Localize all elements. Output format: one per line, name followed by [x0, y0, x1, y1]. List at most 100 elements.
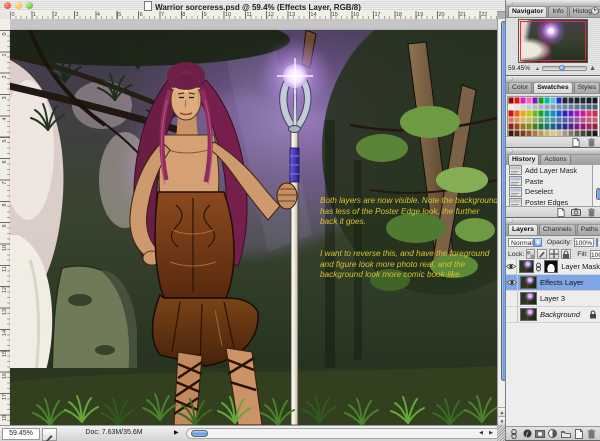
- history-item-label: Add Layer Mask: [525, 165, 577, 175]
- zoom-out-icon[interactable]: ▲: [533, 66, 542, 72]
- canvas-image[interactable]: Both layers are now visible. Note the ba…: [10, 30, 497, 425]
- history-scrollbar[interactable]: [592, 165, 600, 207]
- tab-swatches[interactable]: Swatches: [533, 83, 573, 93]
- ruler-number: 6: [139, 12, 143, 18]
- zoom-field[interactable]: 59.45%: [2, 428, 40, 440]
- fill-value[interactable]: 100%: [589, 249, 600, 259]
- ruler-number: 16: [353, 12, 360, 18]
- delete-swatch-button[interactable]: [585, 137, 597, 147]
- delete-state-button[interactable]: [585, 207, 597, 217]
- color-swatch[interactable]: [592, 97, 599, 104]
- ruler-number: 3: [2, 96, 8, 100]
- status-tool-button[interactable]: [42, 428, 57, 441]
- window-resize-grip[interactable]: [497, 425, 505, 441]
- adjustment-icon: [548, 429, 558, 438]
- palette-close-button[interactable]: [509, 149, 513, 153]
- ruler-number: 19: [417, 12, 424, 18]
- history-scrollbar-thumb[interactable]: [596, 188, 600, 201]
- lock-icon: [563, 249, 570, 258]
- color-swatch[interactable]: [592, 110, 599, 117]
- ruler-number: 9: [203, 12, 207, 18]
- layer-style-button[interactable]: f: [522, 428, 533, 439]
- new-snapshot-button[interactable]: [570, 208, 582, 216]
- horizontal-scrollbar-thumb[interactable]: [191, 430, 208, 437]
- canvas-annotation-2: I want to reverse this, and have the for…: [320, 249, 490, 280]
- layer-thumbnail: [520, 276, 537, 289]
- scroll-left-arrow[interactable]: ◀: [479, 429, 483, 438]
- link-layers-button[interactable]: [509, 428, 520, 439]
- navigator-zoom-row: 59.45% ▲ ▲: [508, 63, 598, 74]
- lock-transparency-button[interactable]: [526, 249, 536, 259]
- ruler-number: 12: [2, 287, 8, 294]
- history-item[interactable]: Paste: [506, 176, 592, 187]
- history-item[interactable]: Deselect: [506, 186, 592, 198]
- palette-close-button[interactable]: [509, 1, 513, 5]
- lock-pixels-button[interactable]: [537, 249, 548, 259]
- panel-menu-button[interactable]: [591, 7, 599, 15]
- lock-position-button[interactable]: [549, 249, 560, 259]
- palette-titlebar[interactable]: [506, 218, 600, 225]
- palette-close-button[interactable]: [509, 219, 513, 223]
- new-layer-button[interactable]: [573, 428, 584, 439]
- tab-layers[interactable]: Layers: [508, 225, 538, 235]
- add-layer-mask-button[interactable]: [535, 428, 546, 439]
- navigator-view-box[interactable]: [520, 21, 586, 61]
- layer-row[interactable]: Layer Mask: [506, 259, 600, 275]
- stepper-icon[interactable]: [533, 237, 542, 247]
- tab-navigator[interactable]: Navigator: [508, 7, 548, 17]
- visibility-toggle[interactable]: [506, 275, 518, 290]
- brush-icon: [539, 251, 546, 258]
- scroll-right-arrow[interactable]: ▶: [489, 429, 493, 438]
- zoom-in-icon[interactable]: ▲: [587, 65, 598, 72]
- ruler-number: 15: [2, 351, 8, 358]
- adjustment-layer-button[interactable]: [547, 428, 558, 439]
- tab-actions[interactable]: Actions: [540, 155, 571, 165]
- opacity-value[interactable]: 100%: [573, 237, 595, 247]
- palette-close-button[interactable]: [509, 77, 513, 81]
- tab-channels[interactable]: Channels: [538, 225, 576, 235]
- new-swatch-button[interactable]: [570, 137, 582, 147]
- pasteboard: Both layers are now visible. Note the ba…: [10, 19, 497, 425]
- swatches-palette: Color Swatches Styles: [505, 76, 600, 148]
- palette-titlebar[interactable]: [506, 76, 600, 83]
- ruler-number: 20: [438, 12, 445, 18]
- color-swatch[interactable]: [592, 116, 599, 124]
- layer-row[interactable]: Layer 3: [506, 291, 600, 307]
- layer-row[interactable]: Effects Layer: [506, 275, 600, 291]
- palette-titlebar[interactable]: [506, 148, 600, 155]
- history-item-label: Deselect: [525, 187, 553, 197]
- history-state-icon: [509, 186, 522, 197]
- new-group-button[interactable]: [560, 428, 571, 439]
- tab-styles[interactable]: Styles: [573, 83, 600, 93]
- blend-mode-dropdown[interactable]: Normal: [508, 237, 542, 247]
- lock-icon: [589, 310, 597, 319]
- tab-history[interactable]: History: [508, 155, 540, 165]
- delete-layer-button[interactable]: [586, 428, 597, 439]
- horizontal-scrollbar[interactable]: ◀ ▶: [186, 428, 502, 439]
- ruler-number: 1: [32, 12, 36, 18]
- color-swatch[interactable]: [592, 103, 599, 111]
- navigator-zoom-slider[interactable]: [541, 65, 588, 71]
- new-document-from-state-button[interactable]: [555, 207, 567, 217]
- trash-icon: [587, 428, 596, 438]
- opacity-arrow-icon[interactable]: [596, 237, 600, 247]
- history-item[interactable]: Add Layer Mask: [506, 165, 592, 176]
- zoom-slider-knob[interactable]: [559, 65, 566, 71]
- layer-thumbnail: [519, 260, 534, 273]
- visibility-toggle[interactable]: [506, 259, 517, 274]
- navigator-thumbnail[interactable]: [518, 19, 588, 63]
- photoshop-workspace: Warrior sorceress.psd @ 59.4% (Effects L…: [0, 0, 600, 441]
- doc-size-info: Doc: 7.63M/35.6M: [85, 429, 143, 436]
- palette-titlebar[interactable]: [506, 0, 600, 7]
- lock-all-button[interactable]: [561, 249, 572, 259]
- tab-color[interactable]: Color: [508, 83, 533, 93]
- visibility-toggle[interactable]: [506, 291, 518, 306]
- layer-row[interactable]: Background: [506, 307, 600, 323]
- tab-paths[interactable]: Paths: [576, 225, 600, 235]
- navigator-zoom-value[interactable]: 59.45%: [508, 65, 533, 72]
- color-swatch[interactable]: [592, 123, 599, 130]
- status-popup-arrow[interactable]: ▶: [174, 429, 179, 436]
- visibility-toggle[interactable]: [506, 307, 518, 322]
- tab-info[interactable]: Info: [548, 7, 568, 17]
- camera-icon: [571, 208, 581, 216]
